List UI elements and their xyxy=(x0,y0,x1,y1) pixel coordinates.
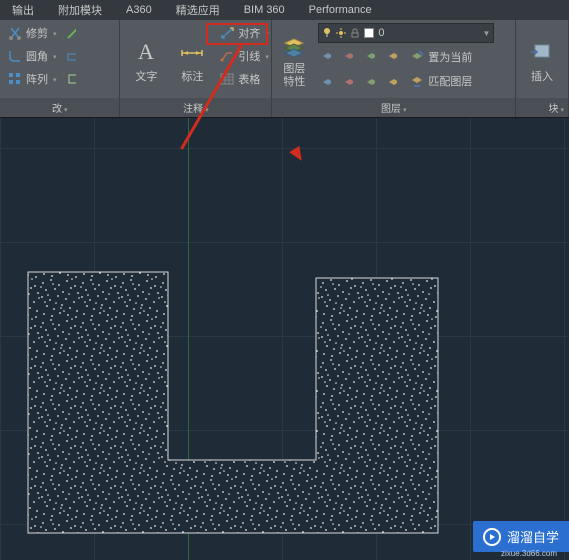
panel-annotate: A 文字 标注 对齐 引线 xyxy=(120,20,272,117)
leader-label: 引线 xyxy=(238,48,260,64)
array-label: 阵列 xyxy=(26,71,48,87)
align-button[interactable]: 对齐 xyxy=(216,24,272,42)
dimension-icon xyxy=(178,38,206,66)
table-label: 表格 xyxy=(238,71,260,87)
bulb-icon xyxy=(322,27,332,39)
trim-button[interactable]: 修剪 xyxy=(4,24,60,42)
layer-tool-7[interactable] xyxy=(362,73,378,89)
insert-label: 插入 xyxy=(531,68,553,84)
layer-tool-6[interactable] xyxy=(340,73,356,89)
panel-layers-label[interactable]: 图层 xyxy=(272,98,515,117)
make-current-label: 置为当前 xyxy=(428,49,472,65)
panel-annotate-label[interactable]: 注释 xyxy=(120,98,271,117)
layer-tool-3[interactable] xyxy=(362,49,378,65)
play-icon xyxy=(483,528,501,546)
fillet-icon xyxy=(7,48,23,64)
leader-button[interactable]: 引线 xyxy=(216,47,272,65)
text-icon: A xyxy=(132,38,160,66)
align-icon xyxy=(219,25,235,41)
layer-tool-1[interactable] xyxy=(318,49,334,65)
chevron-down-icon xyxy=(51,50,57,62)
menu-output[interactable]: 输出 xyxy=(0,0,46,20)
layer-props-label: 图层特性 xyxy=(283,63,305,87)
layer-tool-5[interactable] xyxy=(318,73,334,89)
ribbon: 修剪 圆角 阵列 xyxy=(0,20,569,118)
panel-insert: 插入 块 xyxy=(516,20,569,117)
chevron-down-icon xyxy=(51,27,57,39)
menu-bim360[interactable]: BIM 360 xyxy=(232,2,297,18)
chevron-down-icon xyxy=(51,73,57,85)
match-layer-icon xyxy=(409,73,425,89)
array-button[interactable]: 阵列 xyxy=(4,70,60,88)
drawing-canvas[interactable]: 溜溜自学 zixue.3d66.com xyxy=(0,118,569,560)
match-layer-button[interactable]: 匹配图层 xyxy=(406,72,475,90)
menu-performance[interactable]: Performance xyxy=(297,2,384,18)
lock-icon xyxy=(350,28,360,38)
menu-addons[interactable]: 附加模块 xyxy=(46,0,114,20)
watermark-url: zixue.3d66.com xyxy=(501,549,557,558)
layer-tool-2[interactable] xyxy=(340,49,356,65)
match-layer-label: 匹配图层 xyxy=(428,73,472,89)
array-icon xyxy=(7,71,23,87)
insert-button[interactable]: 插入 xyxy=(520,23,564,98)
layer-name: 0 xyxy=(378,27,478,39)
drawing-content xyxy=(0,118,569,560)
watermark: 溜溜自学 xyxy=(473,521,569,552)
layer-tool-8[interactable] xyxy=(384,73,400,89)
insert-icon xyxy=(528,38,556,66)
menu-a360[interactable]: A360 xyxy=(114,2,164,18)
text-label: 文字 xyxy=(135,68,157,84)
panel-layers: 图层特性 0 ▼ 置为当前 xyxy=(272,20,516,117)
svg-text:A: A xyxy=(138,39,154,64)
make-current-button[interactable]: 置为当前 xyxy=(406,48,475,66)
watermark-text: 溜溜自学 xyxy=(507,527,559,546)
trim-icon xyxy=(7,25,23,41)
color-swatch xyxy=(364,28,374,38)
dimension-button[interactable]: 标注 xyxy=(170,23,214,98)
layer-tool-4[interactable] xyxy=(384,49,400,65)
text-button[interactable]: A 文字 xyxy=(124,23,168,98)
panel-modify-label[interactable]: 改 xyxy=(0,98,119,117)
menu-featured[interactable]: 精选应用 xyxy=(164,0,232,20)
chevron-down-icon: ▼ xyxy=(482,29,490,38)
trim-label: 修剪 xyxy=(26,25,48,41)
align-label: 对齐 xyxy=(238,25,260,41)
layer-properties-button[interactable]: 图层特性 xyxy=(276,23,312,98)
chevron-down-icon xyxy=(263,50,269,62)
modify-icon-1[interactable] xyxy=(63,25,79,41)
dimension-label: 标注 xyxy=(181,68,203,84)
layer-properties-icon xyxy=(280,33,308,61)
layer-dropdown[interactable]: 0 ▼ xyxy=(318,23,494,43)
sun-icon xyxy=(336,28,346,38)
menubar: 输出 附加模块 A360 精选应用 BIM 360 Performance xyxy=(0,0,569,20)
modify-icon-3[interactable] xyxy=(63,71,79,87)
panel-insert-label[interactable]: 块 xyxy=(516,98,568,117)
modify-icon-2[interactable] xyxy=(63,48,79,64)
panel-modify: 修剪 圆角 阵列 xyxy=(0,20,120,117)
make-current-icon xyxy=(409,49,425,65)
fillet-label: 圆角 xyxy=(26,48,48,64)
chevron-down-icon xyxy=(263,27,269,39)
fillet-button[interactable]: 圆角 xyxy=(4,47,60,65)
